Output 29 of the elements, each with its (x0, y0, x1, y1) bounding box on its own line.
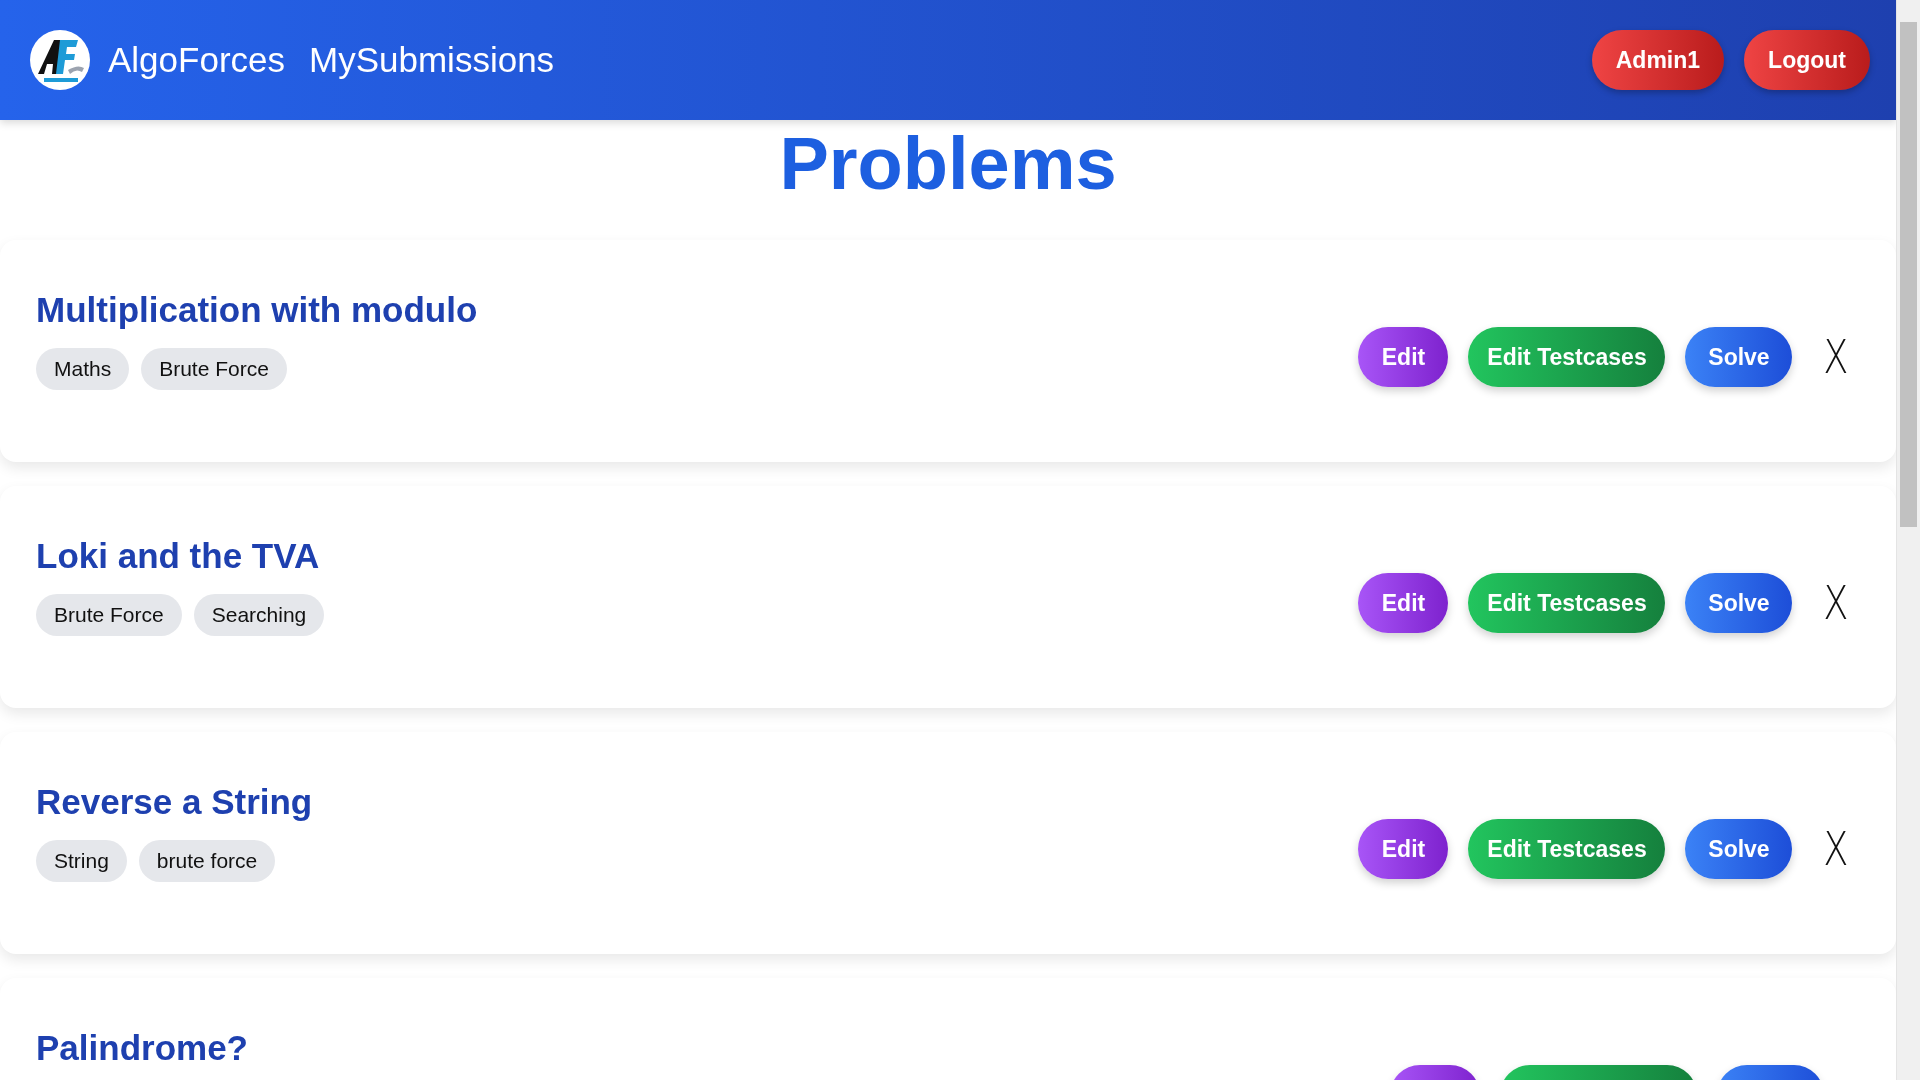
delete-button[interactable]: X (1817, 330, 1856, 384)
tag-chip: String (36, 840, 127, 882)
solve-button[interactable]: Solve (1685, 819, 1793, 879)
solve-button[interactable]: Solve (1685, 327, 1793, 387)
problem-title: Loki and the TVA (36, 536, 321, 576)
nav-link[interactable]: MySubmissions (309, 40, 555, 80)
user-button[interactable]: Admin1 (1591, 30, 1725, 90)
edit-testcases-button[interactable]: Edit Testcases (1468, 819, 1666, 879)
edit-testcases-button[interactable]: Edit Testcases (1468, 327, 1666, 387)
scrollbar[interactable] (1896, 0, 1920, 1080)
logout-button[interactable]: Logout (1744, 30, 1870, 90)
tag-chip: Brute Force (36, 594, 182, 636)
tag-chip: brute force (138, 840, 276, 882)
tag-chip: Maths (36, 348, 130, 390)
delete-button[interactable]: X (1817, 576, 1856, 630)
tag-chip: Brute Force (141, 348, 287, 390)
tag-chip: Searching (193, 594, 325, 636)
problem-title: Multiplication with modulo (36, 290, 479, 330)
problem-title: Palindrome? (36, 1028, 249, 1068)
edit-button[interactable]: Edit (1358, 573, 1449, 633)
solve-button[interactable]: Solve (1685, 573, 1793, 633)
edit-testcases-button[interactable]: Edit Testcases (1468, 573, 1666, 633)
brand-name: AlgoForces (108, 40, 286, 80)
logo-icon (30, 30, 90, 90)
page-title: Problems (778, 124, 1118, 207)
edit-button[interactable]: Edit (1358, 819, 1449, 879)
problem-title: Reverse a String (36, 782, 314, 822)
edit-button[interactable]: Edit (1358, 327, 1449, 387)
delete-button[interactable]: X (1817, 822, 1856, 876)
